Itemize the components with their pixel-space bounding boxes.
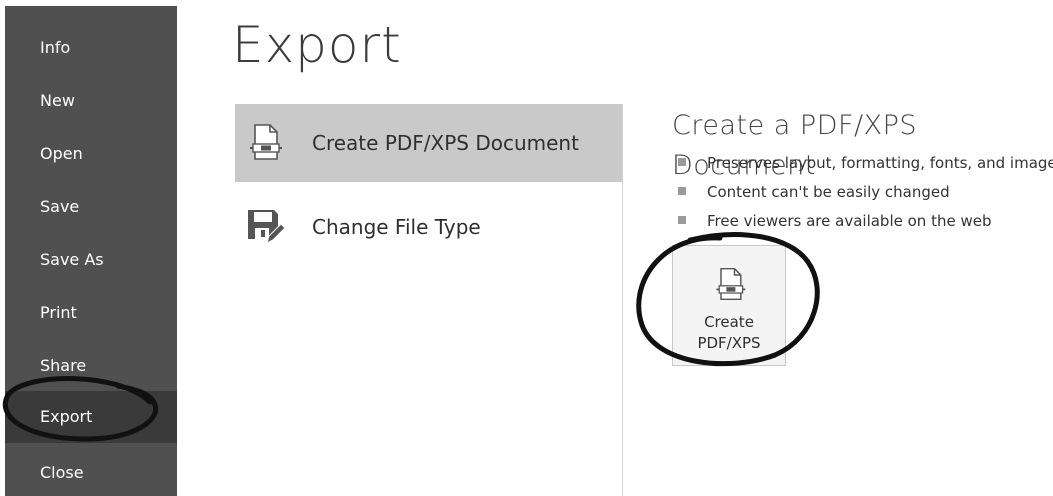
save-edit-icon — [248, 210, 285, 244]
export-backstage-screen: Info New Open Save Save As Print Share E… — [0, 0, 1053, 496]
sidebar-item-label: Save — [40, 197, 80, 216]
option-label: Change File Type — [312, 215, 481, 239]
sidebar-item-print[interactable]: Print — [5, 290, 177, 336]
bullet-text: Preserves layout, formatting, fonts, and… — [707, 154, 1053, 172]
pdf-document-icon — [716, 267, 746, 301]
sidebar-item-close[interactable]: Close — [5, 450, 177, 496]
sidebar-item-save[interactable]: Save — [5, 184, 177, 230]
sidebar-item-share[interactable]: Share — [5, 343, 177, 389]
sidebar-item-export[interactable]: Export — [5, 391, 177, 443]
bullet-square-icon — [678, 158, 686, 166]
sidebar-item-label: Export — [40, 407, 93, 426]
page-title: Export — [232, 16, 402, 74]
bullet-text: Free viewers are available on the web — [707, 212, 992, 230]
export-options-list: Create PDF/XPS Document Change File Type — [235, 104, 623, 496]
sidebar-item-label: Open — [40, 144, 83, 163]
list-item: Free viewers are available on the web — [678, 208, 1053, 237]
bullet-square-icon — [678, 216, 686, 224]
option-label: Create PDF/XPS Document — [312, 131, 579, 155]
option-change-file-type[interactable]: Change File Type — [235, 188, 622, 266]
sidebar-item-label: Info — [40, 38, 71, 57]
bullet-text: Content can't be easily changed — [707, 183, 950, 201]
pdf-document-icon — [250, 124, 282, 160]
sidebar-item-open[interactable]: Open — [5, 131, 177, 177]
sidebar-item-label: Close — [40, 463, 84, 482]
create-button-label-line2: PDF/XPS — [697, 334, 761, 352]
create-button-label: Create PDF/XPS — [673, 312, 785, 354]
sidebar-item-save-as[interactable]: Save As — [5, 237, 177, 283]
create-button-label-line1: Create — [704, 313, 754, 331]
option-create-pdf-xps[interactable]: Create PDF/XPS Document — [235, 104, 622, 182]
sidebar-item-label: Share — [40, 356, 87, 375]
create-pdf-xps-button[interactable]: Create PDF/XPS — [672, 245, 786, 366]
sidebar-item-new[interactable]: New — [5, 78, 177, 124]
list-item: Preserves layout, formatting, fonts, and… — [678, 150, 1053, 179]
sidebar-item-label: Print — [40, 303, 77, 322]
sidebar-item-label: Save As — [40, 250, 104, 269]
panel-divider — [622, 104, 623, 496]
list-item: Content can't be easily changed — [678, 179, 1053, 208]
bullet-square-icon — [678, 187, 686, 195]
feature-bullet-list: Preserves layout, formatting, fonts, and… — [678, 150, 1053, 237]
sidebar-item-info[interactable]: Info — [5, 25, 177, 71]
backstage-sidebar: Info New Open Save Save As Print Share E… — [5, 6, 177, 496]
sidebar-item-label: New — [40, 91, 75, 110]
